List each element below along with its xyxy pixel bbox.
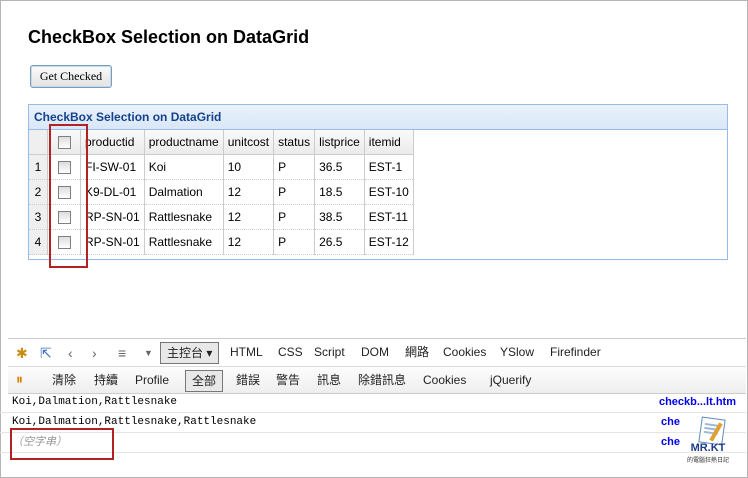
console-source-link[interactable]: che <box>661 432 680 452</box>
cell-itemid: EST-10 <box>364 179 414 205</box>
cell-listprice: 38.5 <box>314 204 365 230</box>
firebug-toolbar: ✱ ⇱ ‹ › ≡ ▼ 主控台 ▾ HTML CSS Script DOM 網路… <box>8 338 746 367</box>
console-output: Koi,Dalmation,Rattlesnake <box>12 396 178 408</box>
filter-cookies-button[interactable]: Cookies <box>423 367 466 393</box>
filter-info-button[interactable]: 訊息 <box>317 367 341 393</box>
dropdown-arrow-icon[interactable]: ▼ <box>144 340 153 366</box>
col-listprice[interactable]: listprice <box>314 130 365 155</box>
cell-unitcost: 10 <box>223 154 275 180</box>
cell-itemid: EST-11 <box>364 204 414 230</box>
cell-itemid: EST-12 <box>364 229 414 255</box>
cell-listprice: 18.5 <box>314 179 365 205</box>
filter-all-button[interactable]: 全部 <box>185 370 224 392</box>
filter-debug-button[interactable]: 除錯訊息 <box>358 367 406 393</box>
cell-productid: FI-SW-01 <box>80 154 145 180</box>
console-menu[interactable]: 主控台 ▾ <box>160 342 220 364</box>
tab-script[interactable]: Script <box>314 339 345 365</box>
cell-productname: Rattlesnake <box>144 229 224 255</box>
empty-string-highlight <box>10 428 114 460</box>
logo-subtitle: 的電腦狂熱日記 <box>686 457 729 464</box>
cell-productname: Dalmation <box>144 179 224 205</box>
tab-cookies[interactable]: Cookies <box>443 339 486 365</box>
page-title: CheckBox Selection on DataGrid <box>28 27 310 47</box>
cell-unitcost: 12 <box>223 204 275 230</box>
cell-status: P <box>273 204 316 230</box>
cell-productid: K9-DL-01 <box>80 179 145 205</box>
clear-button[interactable]: 清除 <box>52 367 76 393</box>
col-status[interactable]: status <box>273 130 316 155</box>
cell-status: P <box>273 154 316 180</box>
tab-css[interactable]: CSS <box>278 339 303 365</box>
console-source-link[interactable]: checkb...lt.htm <box>659 392 736 412</box>
tab-yslow[interactable]: YSlow <box>500 339 534 365</box>
cell-status: P <box>273 229 316 255</box>
forward-icon[interactable]: › <box>92 340 97 366</box>
tab-firefinder[interactable]: Firefinder <box>550 339 601 365</box>
checkbox-column-highlight <box>49 124 88 268</box>
cell-itemid: EST-1 <box>364 154 414 180</box>
filter-errors-button[interactable]: 錯誤 <box>236 367 260 393</box>
row-number: 3 <box>29 204 48 230</box>
tab-html[interactable]: HTML <box>230 339 263 365</box>
console-line: Koi,Dalmation,Rattlesnake checkb...lt.ht… <box>0 392 746 413</box>
console-menu-label: 主控台 <box>167 346 204 360</box>
filter-warnings-button[interactable]: 警告 <box>276 367 300 393</box>
row-number: 1 <box>29 154 48 180</box>
inspect-icon[interactable]: ⇱ <box>40 340 52 366</box>
cell-productname: Rattlesnake <box>144 204 224 230</box>
tab-dom[interactable]: DOM <box>361 339 389 365</box>
col-itemid[interactable]: itemid <box>364 130 414 155</box>
profile-button[interactable]: Profile <box>135 367 169 393</box>
cell-listprice: 36.5 <box>314 154 365 180</box>
datagrid-title: CheckBox Selection on DataGrid <box>29 105 727 130</box>
row-number: 2 <box>29 179 48 205</box>
pause-icon[interactable]: ⏸ <box>16 366 23 392</box>
cell-productid: RP-SN-01 <box>80 204 145 230</box>
col-productid[interactable]: productid <box>80 130 145 155</box>
cell-listprice: 26.5 <box>314 229 365 255</box>
firebug-icon[interactable]: ✱ <box>16 340 28 366</box>
watermark-logo: MR.KT 的電腦狂熱日記 <box>686 416 730 466</box>
logo-brand: MR.KT <box>690 442 726 454</box>
get-checked-button[interactable]: Get Checked <box>30 65 112 88</box>
col-productname[interactable]: productname <box>144 130 224 155</box>
cell-productid: RP-SN-01 <box>80 229 145 255</box>
cell-productname: Koi <box>144 154 224 180</box>
cell-unitcost: 12 <box>223 179 275 205</box>
console-subtoolbar: ⏸ 清除 持續 Profile 全部 錯誤 警告 訊息 除錯訊息 Cookies… <box>8 366 746 394</box>
console-source-link[interactable]: che <box>661 412 680 432</box>
persist-button[interactable]: 持續 <box>94 367 118 393</box>
row-number-header <box>29 130 48 155</box>
row-number: 4 <box>29 229 48 255</box>
jquerify-button[interactable]: jQuerify <box>490 367 531 393</box>
list-icon[interactable]: ≡ <box>118 340 126 366</box>
datagrid: CheckBox Selection on DataGrid productid… <box>28 104 728 260</box>
cell-unitcost: 12 <box>223 229 275 255</box>
cell-status: P <box>273 179 316 205</box>
back-icon[interactable]: ‹ <box>68 340 73 366</box>
col-unitcost[interactable]: unitcost <box>223 130 275 155</box>
tab-net[interactable]: 網路 <box>405 339 429 365</box>
